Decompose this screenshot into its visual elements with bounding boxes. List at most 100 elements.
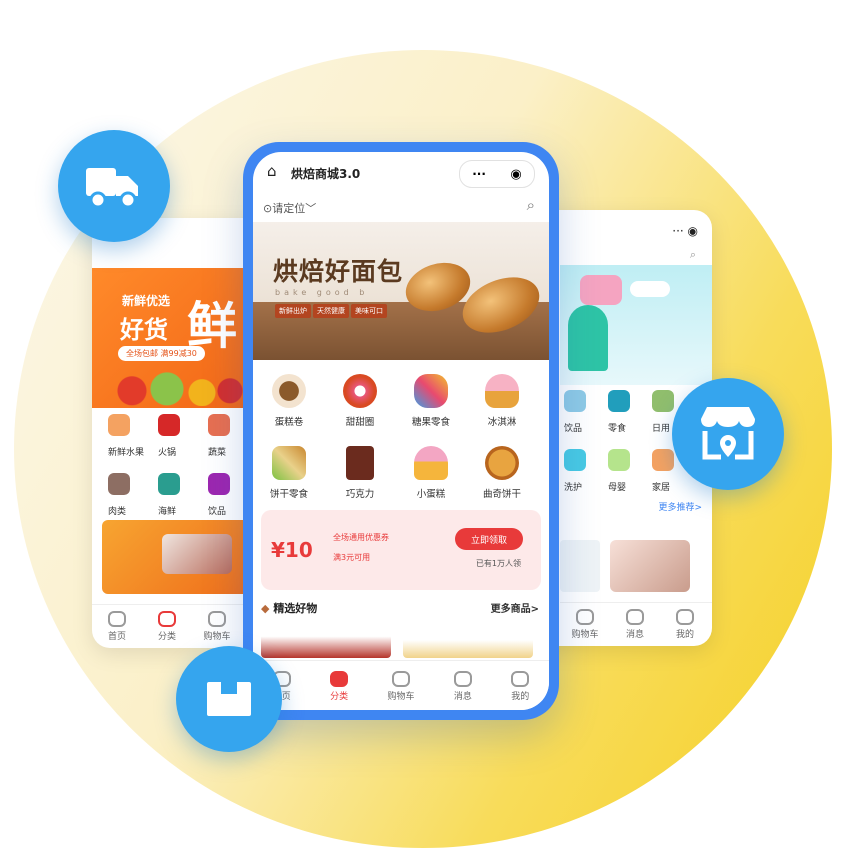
product-card[interactable] <box>403 622 533 658</box>
right-grid-item[interactable]: 饮品 <box>564 390 608 435</box>
grid-label: 家居 <box>652 483 671 493</box>
category-label: 甜甜圈 <box>345 417 375 428</box>
tab-message[interactable]: 消息 <box>453 670 472 702</box>
right-tab-message[interactable]: 消息 <box>610 603 660 646</box>
bag-icon: ◆ <box>261 602 270 615</box>
person-figure <box>568 305 608 371</box>
cloud-shape <box>630 281 670 297</box>
hero-title: 烘焙好面包 <box>273 257 404 286</box>
category-item[interactable]: 冰淇淋 <box>472 374 532 428</box>
category-label: 小蛋糕 <box>416 489 446 500</box>
category-item[interactable]: 糖果零食 <box>401 374 461 428</box>
right-grid-item[interactable]: 洗护 <box>564 449 608 494</box>
right-tabbar: 购物车 消息 我的 <box>560 602 712 646</box>
product-card[interactable] <box>261 622 391 658</box>
right-capsule-menu[interactable]: ··· ◉ <box>672 224 698 238</box>
search-icon[interactable]: ⌕ <box>690 248 696 262</box>
grid-label: 日用 <box>652 424 671 434</box>
tab-label: 购物车 <box>571 630 599 640</box>
category-item[interactable]: 饼干零食 <box>259 446 319 500</box>
grid-label: 洗护 <box>564 483 583 493</box>
tab-label: 消息 <box>625 630 644 640</box>
claim-coupon-button[interactable]: 立即领取 <box>455 528 523 550</box>
home-icon <box>108 611 126 627</box>
category-item[interactable]: 蛋糕卷 <box>259 374 319 428</box>
left-banner-strip: 全场包邮 满99减30 <box>118 346 205 361</box>
category-item[interactable]: 曲奇饼干 <box>472 446 532 500</box>
more-dots-icon[interactable]: ··· <box>472 167 486 181</box>
more-products-link[interactable]: 更多商品> <box>491 600 539 615</box>
hero-subtitle: bake good b <box>275 288 369 297</box>
category-icon <box>608 390 630 412</box>
product-image-2[interactable] <box>560 540 600 592</box>
banner-badge <box>580 275 622 305</box>
category-icon <box>608 449 630 471</box>
tab-me[interactable]: 我的 <box>511 670 530 702</box>
delivery-truck-bubble <box>58 130 170 242</box>
cart-icon <box>208 611 226 627</box>
location-selector[interactable]: ⊙请定位﹀ <box>263 200 316 216</box>
right-more-link[interactable]: 更多推荐> <box>658 500 702 513</box>
coupon-desc: 全场通用优惠券 <box>333 533 389 542</box>
grid-label: 新鲜水果 <box>108 448 145 458</box>
cake-icon <box>272 374 306 408</box>
grid-label: 肉类 <box>108 507 127 517</box>
category-icon <box>564 449 586 471</box>
category-item[interactable]: 小蛋糕 <box>401 446 461 500</box>
category-item[interactable]: 甜甜圈 <box>330 374 390 428</box>
candy-icon <box>414 374 448 408</box>
message-icon <box>626 609 644 625</box>
app-title: 烘焙商城3.0 <box>291 167 361 181</box>
left-promo-card[interactable] <box>102 520 252 594</box>
left-banner-line2: 好货 <box>120 316 168 344</box>
section-title: 精选好物 <box>273 602 318 615</box>
biscuit-icon <box>485 446 519 480</box>
tab-label: 我的 <box>675 630 694 640</box>
right-tab-cart[interactable]: 购物车 <box>560 603 610 646</box>
location-label: 请定位 <box>272 202 306 215</box>
donut-icon <box>343 374 377 408</box>
left-grid-item[interactable]: 火锅 <box>158 414 208 459</box>
category-icon <box>108 414 130 436</box>
category-icon <box>652 390 674 412</box>
close-circle-icon[interactable]: ◉ <box>510 167 521 182</box>
category-label: 冰淇淋 <box>487 417 517 428</box>
right-grid-item[interactable]: 零食 <box>608 390 652 435</box>
left-tab-home[interactable]: 首页 <box>92 605 142 648</box>
category-label: 蛋糕卷 <box>274 417 304 428</box>
left-tab-cart[interactable]: 购物车 <box>192 605 242 648</box>
coupon-card[interactable]: ¥10 全场通用优惠券 满3元可用 立即领取 已有1万人领 <box>261 510 541 590</box>
product-image[interactable] <box>610 540 690 592</box>
left-grid-item[interactable]: 肉类 <box>108 473 158 518</box>
right-banner[interactable] <box>560 265 712 385</box>
tab-label: 分类 <box>330 691 349 702</box>
user-icon <box>511 670 530 687</box>
store-location-bubble <box>672 378 784 490</box>
grid-label: 蔬菜 <box>208 448 227 458</box>
hero-tag: 美味可口 <box>351 304 387 318</box>
nav-bar: ⌂ 烘焙商城3.0 ··· ◉ <box>253 152 549 194</box>
search-icon[interactable]: ⌕ <box>527 196 535 214</box>
tab-category[interactable]: 分类 <box>330 670 349 702</box>
chocolate-icon <box>346 446 374 480</box>
right-tab-me[interactable]: 我的 <box>660 603 710 646</box>
location-pin-icon: ⊙ <box>263 202 273 215</box>
section-header: ◆ 精选好物 <box>261 600 317 616</box>
hero-banner[interactable]: 烘焙好面包 bake good b 新鲜出炉 天然健康 美味可口 <box>253 222 549 360</box>
cart-icon <box>576 609 594 625</box>
category-item[interactable]: 巧克力 <box>330 446 390 500</box>
ice-cream-icon <box>485 374 519 408</box>
capsule-menu: ··· ◉ <box>459 160 535 188</box>
left-grid-item[interactable]: 新鲜水果 <box>108 414 158 459</box>
tab-bar: 首页 分类 购物车 消息 我的 <box>253 660 549 710</box>
category-label: 曲奇饼干 <box>482 489 521 500</box>
cart-icon <box>391 670 410 687</box>
category-icon <box>564 390 586 412</box>
truck-icon <box>86 168 138 209</box>
left-grid-item[interactable]: 海鲜 <box>158 473 208 518</box>
package-bubble <box>176 646 282 752</box>
left-tab-category[interactable]: 分类 <box>142 605 192 648</box>
home-icon[interactable]: ⌂ <box>267 162 277 180</box>
tab-cart[interactable]: 购物车 <box>387 670 414 702</box>
right-grid-item[interactable]: 母婴 <box>608 449 652 494</box>
